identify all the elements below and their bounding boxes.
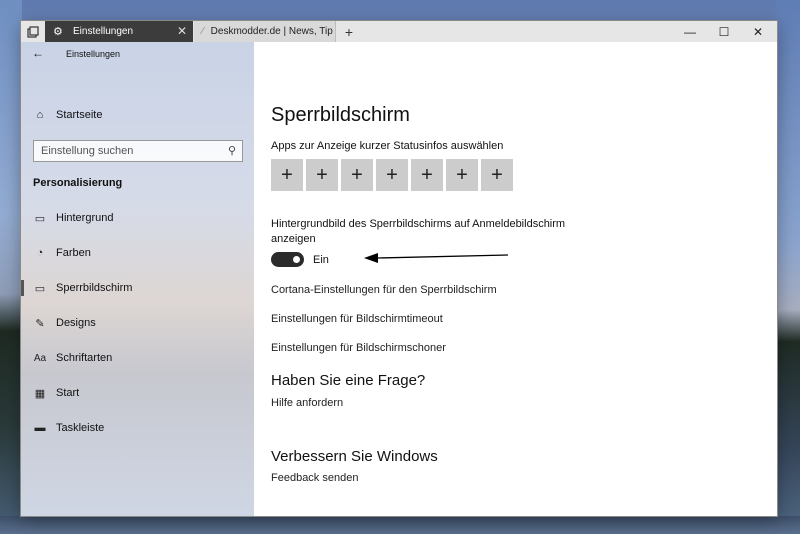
title-bar: ⚙ Einstellungen ✕ ⁄ Deskmodder.de | News… bbox=[21, 21, 777, 42]
new-tab-button[interactable]: + bbox=[339, 21, 359, 42]
sidebar-item-label: Hintergrund bbox=[56, 212, 114, 224]
add-app-button[interactable]: + bbox=[376, 159, 408, 191]
tab-overview-icon[interactable] bbox=[21, 21, 45, 42]
sidebar-item-label: Sperrbildschirm bbox=[56, 282, 133, 294]
bg-setting-label-cont: anzeigen bbox=[271, 233, 316, 245]
settings-window: ⚙ Einstellungen ✕ ⁄ Deskmodder.de | News… bbox=[21, 21, 777, 516]
annotation-arrow-icon bbox=[364, 253, 509, 263]
section-heading: Personalisierung bbox=[33, 177, 123, 189]
home-icon: ⌂ bbox=[36, 109, 44, 121]
sidebar-title: Einstellungen bbox=[66, 49, 121, 59]
improve-heading: Verbessern Sie Windows bbox=[271, 448, 438, 465]
tab-settings[interactable]: ⚙ Einstellungen ✕ bbox=[45, 21, 193, 42]
close-window-button[interactable]: ✕ bbox=[741, 21, 775, 42]
sidebar-item-start[interactable]: ▦ Start bbox=[21, 380, 254, 406]
add-app-button[interactable]: + bbox=[446, 159, 478, 191]
add-app-button[interactable]: + bbox=[411, 159, 443, 191]
toggle-state: Ein bbox=[313, 254, 329, 266]
sidebar-item-hintergrund[interactable]: ▭ Hintergrund bbox=[21, 205, 254, 231]
feedback-link[interactable]: Feedback senden bbox=[271, 472, 358, 484]
question-heading: Haben Sie eine Frage? bbox=[271, 372, 426, 389]
font-icon: Aa bbox=[33, 352, 47, 364]
sidebar-item-label: Designs bbox=[56, 317, 96, 329]
main-content: Sperrbildschirm Apps zur Anzeige kurzer … bbox=[254, 42, 777, 516]
lockscreen-icon: ▭ bbox=[34, 282, 46, 295]
search-input[interactable] bbox=[34, 145, 214, 157]
toggle-knob bbox=[293, 256, 300, 263]
sidebar-item-taskleiste[interactable]: ▬ Taskleiste bbox=[21, 415, 254, 441]
desktop-background-right bbox=[776, 0, 800, 534]
picture-icon: ▭ bbox=[34, 212, 46, 225]
quick-status-apps: + + + + + + + bbox=[271, 159, 513, 191]
bg-toggle-switch[interactable] bbox=[271, 252, 304, 267]
sidebar-item-farben[interactable]: ◔ Farben bbox=[21, 240, 254, 266]
bg-setting-label: Hintergrundbild des Sperrbildschirms auf… bbox=[271, 218, 566, 230]
sidebar-item-sperrbildschirm[interactable]: ▭ Sperrbildschirm bbox=[21, 275, 254, 301]
search-box: ⚲ bbox=[33, 140, 243, 162]
gear-icon: ⚙ bbox=[53, 26, 63, 38]
favicon-icon: ⁄ bbox=[202, 26, 204, 37]
tab-deskmodder-label: Deskmodder.de | News, Tip bbox=[210, 26, 333, 37]
taskbar-icon: ▬ bbox=[34, 422, 46, 434]
sidebar-item-designs[interactable]: ✎ Designs bbox=[21, 310, 254, 336]
close-tab-icon[interactable]: ✕ bbox=[177, 24, 187, 38]
tab-deskmodder[interactable]: ⁄ Deskmodder.de | News, Tip bbox=[194, 21, 336, 42]
screen-timeout-link[interactable]: Einstellungen für Bildschirmtimeout bbox=[271, 313, 443, 325]
sidebar-item-home[interactable]: ⌂ Startseite bbox=[21, 102, 254, 128]
cortana-settings-link[interactable]: Cortana-Einstellungen für den Sperrbilds… bbox=[271, 284, 497, 296]
search-icon[interactable]: ⚲ bbox=[228, 144, 236, 157]
start-icon: ▦ bbox=[34, 387, 46, 400]
sidebar-item-label: Start bbox=[56, 387, 80, 399]
tab-settings-label: Einstellungen bbox=[73, 26, 134, 37]
sidebar-item-schriftarten[interactable]: Aa Schriftarten bbox=[21, 345, 254, 371]
add-app-button[interactable]: + bbox=[341, 159, 373, 191]
page-title: Sperrbildschirm bbox=[271, 104, 410, 126]
help-link[interactable]: Hilfe anfordern bbox=[271, 397, 343, 409]
desktop-background-bottom bbox=[0, 516, 800, 534]
sidebar-item-label: Taskleiste bbox=[56, 422, 105, 434]
minimize-button[interactable]: — bbox=[673, 21, 707, 42]
maximize-button[interactable]: ☐ bbox=[707, 21, 741, 42]
sidebar-item-label: Startseite bbox=[56, 109, 103, 121]
add-app-button[interactable]: + bbox=[306, 159, 338, 191]
sidebar-item-label: Farben bbox=[56, 247, 91, 259]
palette-icon: ◔ bbox=[36, 247, 44, 259]
desktop-background-left bbox=[0, 0, 22, 534]
sidebar-item-label: Schriftarten bbox=[56, 352, 113, 364]
screensaver-link[interactable]: Einstellungen für Bildschirmschoner bbox=[271, 342, 446, 354]
sidebar: ← Einstellungen ⌂ Startseite ⚲ Personali… bbox=[21, 42, 254, 516]
add-app-button[interactable]: + bbox=[481, 159, 513, 191]
back-arrow-icon[interactable]: ← bbox=[32, 46, 44, 60]
add-app-button[interactable]: + bbox=[271, 159, 303, 191]
apps-label: Apps zur Anzeige kurzer Statusinfos ausw… bbox=[271, 140, 504, 152]
brush-icon: ✎ bbox=[35, 317, 45, 330]
